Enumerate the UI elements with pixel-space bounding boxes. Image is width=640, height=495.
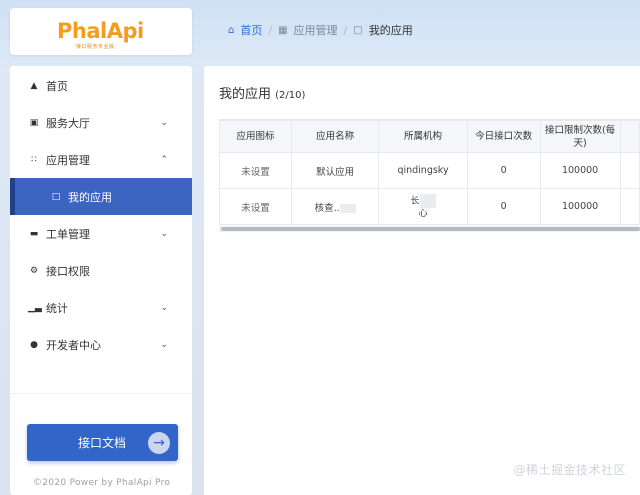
copyright: ©2020 Power by PhalApi Pro [33, 478, 171, 488]
breadcrumb-current: 我的应用 [368, 24, 413, 37]
grid-icon: ▦ [278, 24, 288, 36]
cell-overflow [619, 188, 640, 225]
logo[interactable]: PhalApi 接口服务专业版 [10, 8, 192, 55]
logo-text: PhalApi [57, 19, 144, 43]
logo-subtitle: 接口服务专业版 [76, 44, 115, 50]
cell-org: 长心 [378, 188, 468, 225]
ticket-icon: ▬ [29, 228, 39, 239]
chevron-down-icon: ⌄ [160, 339, 168, 350]
column-header: 应用名称 [290, 120, 380, 153]
sidebar-item-home[interactable]: ▲ 首页 [10, 67, 192, 104]
window-icon: □ [51, 191, 61, 202]
sidebar-item-label: 服务大厅 [46, 116, 90, 130]
cell-icon: 未设置 [219, 188, 292, 225]
sidebar-item-label: 接口权限 [46, 264, 90, 278]
cell-org-a: 长 [410, 196, 420, 206]
sidebar: ▲ 首页 ▣ 服务大厅 ⌄ ∷ 应用管理 ⌃ □ 我的应用 ▬ 工单管理 ⌄ ⚙… [10, 66, 192, 495]
breadcrumb-separator: / [343, 23, 348, 37]
redacted-block [419, 193, 436, 208]
breadcrumb-app-management[interactable]: 应用管理 [294, 22, 338, 38]
cell-org: qindingsky [378, 152, 468, 189]
sidebar-item-service-hall[interactable]: ▣ 服务大厅 ⌄ [10, 104, 192, 141]
sidebar-item-tickets[interactable]: ▬ 工单管理 ⌄ [10, 215, 192, 252]
column-header: 今日接口次数 [466, 120, 541, 153]
sidebar-item-statistics[interactable]: ▁▃ 统计 ⌄ [10, 289, 192, 326]
sidebar-item-my-apps[interactable]: □ 我的应用 [10, 178, 192, 215]
apps-table: 应用图标 应用名称 所属机构 今日接口次数 接口限制次数(每天) 未设置 默认应… [219, 119, 640, 234]
sidebar-divider [10, 393, 192, 394]
bar-chart-icon: ▁▃ [28, 302, 42, 313]
chevron-down-icon: ⌄ [160, 302, 168, 313]
column-header: 所属机构 [378, 120, 468, 153]
horizontal-scrollbar[interactable] [219, 226, 640, 232]
table-header-row: 应用图标 应用名称 所属机构 今日接口次数 接口限制次数(每天) [219, 120, 640, 153]
sidebar-item-developer-center[interactable]: ● 开发者中心 ⌄ [10, 326, 192, 363]
breadcrumb-separator: / [268, 23, 273, 37]
chevron-down-icon: ⌄ [160, 117, 168, 128]
redacted-block [339, 203, 356, 213]
sidebar-item-label: 应用管理 [46, 153, 90, 167]
cell-limit: 100000 [539, 188, 621, 225]
grid-icon: ∷ [31, 154, 37, 165]
sidebar-item-label: 首页 [46, 79, 68, 93]
arrow-right-icon: → [148, 431, 170, 454]
cell-org-b: 心 [418, 208, 428, 219]
cell-limit: 100000 [539, 152, 621, 189]
sidebar-item-label: 统计 [46, 301, 68, 315]
chevron-down-icon: ⌄ [160, 228, 168, 239]
table-row[interactable]: 未设置 核查.. 长心 0 100000 [219, 188, 640, 225]
cart-icon: ▣ [29, 117, 39, 128]
table-row[interactable]: 未设置 默认应用 qindingsky 0 100000 [219, 152, 640, 189]
sidebar-item-app-management[interactable]: ∷ 应用管理 ⌃ [10, 141, 192, 178]
app-count: (2/10) [275, 90, 306, 101]
sidebar-item-api-permissions[interactable]: ⚙ 接口权限 [10, 252, 192, 289]
breadcrumb: ⌂ 首页 / ▦ 应用管理 / □ 我的应用 [228, 22, 413, 38]
sidebar-item-label: 我的应用 [68, 190, 112, 204]
breadcrumb-home[interactable]: 首页 [240, 22, 262, 38]
user-icon: ● [30, 339, 38, 350]
cell-overflow [619, 152, 640, 189]
page-title: 我的应用 (2/10) [219, 83, 305, 102]
cell-today: 0 [466, 188, 541, 225]
api-docs-button[interactable]: 接口文档 → [27, 424, 178, 461]
window-icon: □ [353, 24, 363, 36]
column-header: 应用图标 [219, 120, 292, 153]
watermark: @稀土掘金技术社区 [513, 463, 626, 477]
home-icon: ▲ [30, 80, 38, 91]
chevron-up-icon: ⌃ [160, 154, 168, 165]
sidebar-item-label: 工单管理 [46, 227, 90, 241]
cell-name: 核查.. [290, 188, 380, 225]
page-title-text: 我的应用 [219, 87, 272, 102]
api-docs-label: 接口文档 [78, 436, 127, 450]
sidebar-item-label: 开发者中心 [46, 338, 101, 352]
home-icon: ⌂ [228, 24, 235, 36]
scrollbar-thumb[interactable] [221, 227, 640, 231]
main-panel: 我的应用 (2/10) 应用图标 应用名称 所属机构 今日接口次数 接口限制次数… [204, 66, 640, 495]
cell-name: 默认应用 [290, 152, 380, 189]
cell-today: 0 [466, 152, 541, 189]
gear-icon: ⚙ [29, 265, 39, 276]
column-header-overflow [619, 120, 640, 153]
cell-icon: 未设置 [219, 152, 292, 189]
cell-name-text: 核查 [314, 202, 334, 214]
column-header: 接口限制次数(每天) [539, 120, 621, 153]
